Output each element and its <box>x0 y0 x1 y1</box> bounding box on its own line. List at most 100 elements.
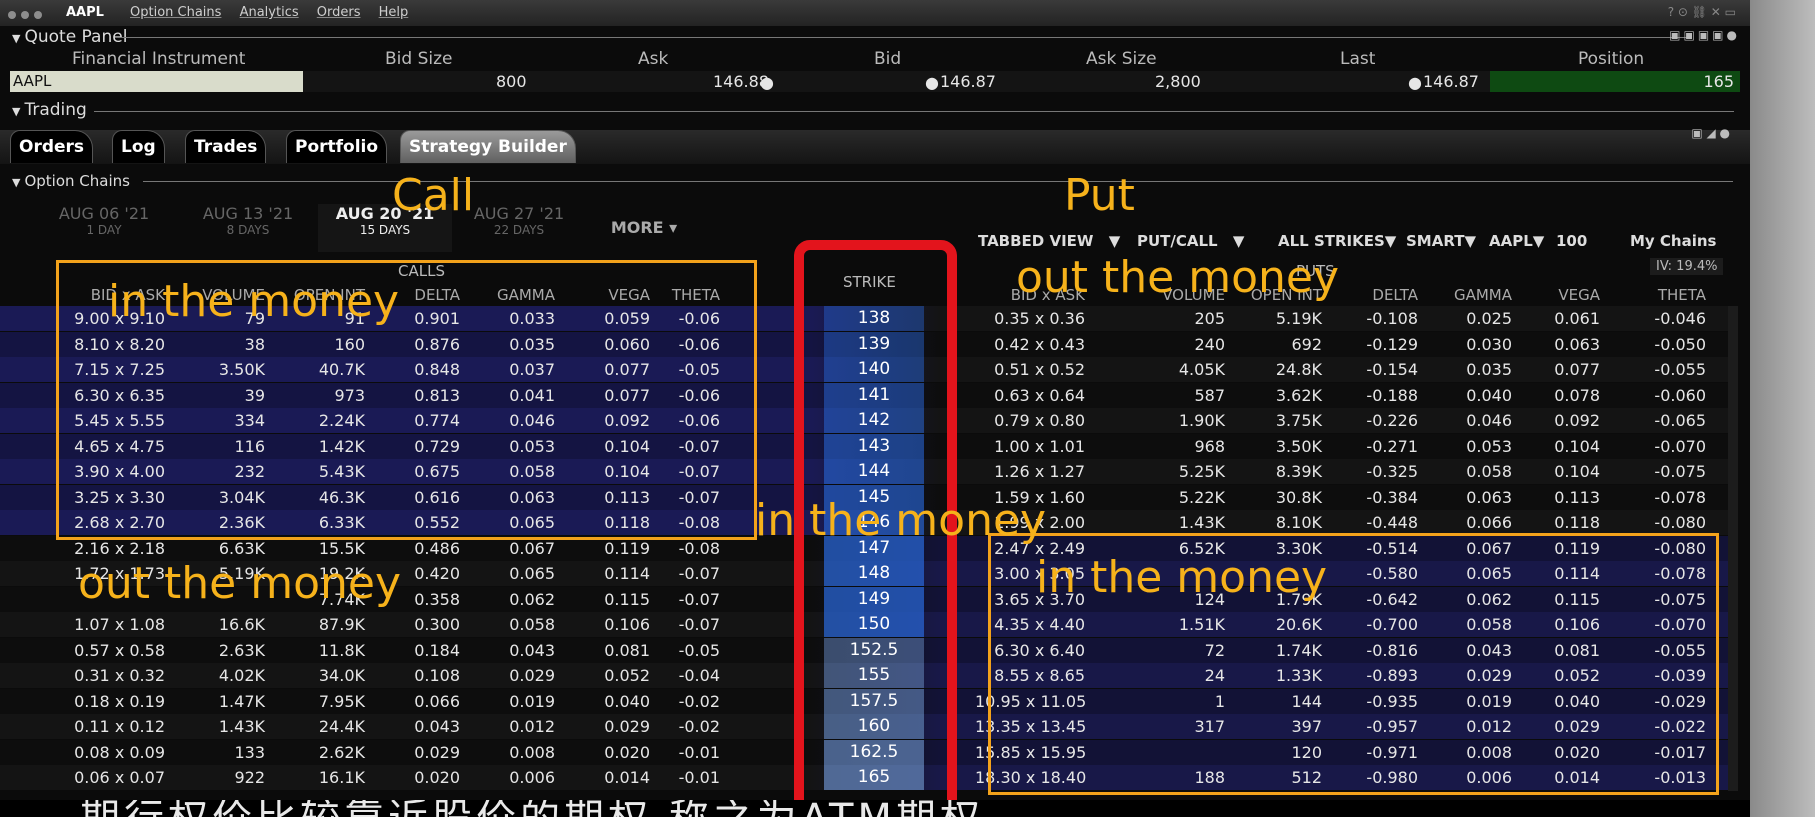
put-cell: 5.19K <box>1275 309 1322 328</box>
put-cell: 0.104 <box>1554 462 1600 481</box>
put-cell[interactable]: 1.00 x 1.01 <box>975 437 1085 456</box>
multiplier-value: 100 <box>1556 232 1588 250</box>
call-annotation: Call <box>392 170 475 221</box>
tab-trades[interactable]: Trades <box>185 130 267 163</box>
put-cell: 1.43K <box>1178 513 1225 532</box>
put-cell: 8.10K <box>1275 513 1322 532</box>
call-cell[interactable]: 0.18 x 0.19 <box>55 692 165 711</box>
divider <box>94 111 1734 112</box>
tab-strategy-builder[interactable]: Strategy Builder <box>400 130 576 163</box>
put-cell: -0.078 <box>1654 487 1706 507</box>
tab-portfolio[interactable]: Portfolio <box>286 130 388 163</box>
call-cell: -0.04 <box>678 666 720 685</box>
tab-orders[interactable]: Orders <box>10 130 94 163</box>
menu-option-chains[interactable]: Option Chains <box>130 5 221 20</box>
expiration-tab[interactable]: AUG 13 '21 8 DAYS <box>178 204 318 252</box>
put-cell: 4.05K <box>1178 360 1225 379</box>
call-cell: -0.07 <box>678 564 720 583</box>
put-cell[interactable]: 0.42 x 0.43 <box>975 335 1085 354</box>
call-cell[interactable]: 0.31 x 0.32 <box>55 666 165 685</box>
qp-last: 146.87 <box>1423 72 1479 91</box>
option-chains-header[interactable]: ▼ Option Chains <box>12 172 130 190</box>
put-cell[interactable]: 0.51 x 0.52 <box>975 360 1085 379</box>
call-cell: 0.066 <box>414 691 460 711</box>
put-cell: -0.055 <box>1654 360 1706 379</box>
menu-orders[interactable]: Orders <box>317 5 361 20</box>
call-cell[interactable]: 0.57 x 0.58 <box>55 641 165 660</box>
call-cell: -0.07 <box>678 589 720 609</box>
put-cell[interactable]: 0.79 x 0.80 <box>975 411 1085 430</box>
bid-dot: ● <box>925 73 939 92</box>
puts-otm-annotation: out the money <box>1016 252 1340 303</box>
call-cell: 4.02K <box>218 666 265 685</box>
call-cell: 0.008 <box>509 742 555 762</box>
put-cell: 8.39K <box>1275 462 1322 481</box>
qp-header-bid: Bid <box>874 49 902 69</box>
window-toolbar-icons[interactable]: ? ⊙ ⛓ ✕ ▭ <box>1668 5 1736 19</box>
put-cell: -0.080 <box>1654 513 1706 532</box>
put-col-header[interactable]: THETA <box>1616 286 1706 304</box>
more-expirations-button[interactable]: MORE ▾ <box>590 204 698 252</box>
quote-row[interactable]: AAPL 800 146.88 ● ● 146.87 2,800 ● 146.8… <box>10 71 1740 92</box>
collapse-icon[interactable]: ▼ <box>12 105 20 118</box>
put-cell[interactable]: 1.26 x 1.27 <box>975 462 1085 481</box>
call-cell: 0.058 <box>509 615 555 634</box>
put-call-dropdown[interactable]: PUT/CALL ▼ <box>1137 232 1244 250</box>
symbol-selector[interactable]: AAPL <box>66 5 104 20</box>
put-col-header[interactable]: VEGA <box>1510 286 1600 304</box>
put-cell: 3.62K <box>1275 385 1322 405</box>
put-cell: -0.046 <box>1654 309 1706 328</box>
tab-icons[interactable]: ▣ ◢ ● <box>1691 126 1730 140</box>
chevron-down-icon: ▼ <box>1532 232 1545 250</box>
put-cell: 1.90K <box>1178 411 1225 430</box>
put-cell: -0.070 <box>1654 436 1706 456</box>
call-cell[interactable]: 1.07 x 1.08 <box>55 615 165 634</box>
all-strikes-dropdown[interactable]: ALL STRIKES▼ <box>1278 232 1396 250</box>
qp-header-ask: Ask <box>638 49 669 69</box>
put-annotation: Put <box>1064 170 1135 221</box>
trading-header[interactable]: ▼ Trading <box>12 100 87 120</box>
calls-itm-annotation: in the money <box>108 276 400 327</box>
put-cell[interactable]: 0.35 x 0.36 <box>975 309 1085 328</box>
quote-panel-header[interactable]: ▼ Quote Panel <box>12 27 127 47</box>
put-cell: 0.077 <box>1554 360 1600 379</box>
expiration-tab[interactable]: AUG 27 '21 22 DAYS <box>456 204 582 252</box>
menu-analytics[interactable]: Analytics <box>240 5 299 20</box>
my-chains-button[interactable]: My Chains <box>1630 232 1716 250</box>
chevron-down-icon: ▼ <box>1108 232 1121 250</box>
chevron-down-icon: ▼ <box>1464 232 1476 250</box>
window-controls[interactable] <box>8 8 47 23</box>
tabbed-view-dropdown[interactable]: TABBED VIEW ▼ <box>978 232 1120 250</box>
divider <box>143 181 1733 182</box>
put-cell: -0.050 <box>1654 334 1706 354</box>
collapse-icon[interactable]: ▼ <box>12 176 20 189</box>
iv-badge: IV: 19.4% <box>1650 258 1724 275</box>
expiration-tab[interactable]: AUG 06 '21 1 DAY <box>34 204 174 252</box>
qp-instrument[interactable]: AAPL <box>10 71 303 92</box>
call-cell[interactable]: 0.06 x 0.07 <box>55 768 165 787</box>
underlying-dropdown[interactable]: AAPL▼ <box>1489 232 1544 250</box>
collapse-icon[interactable]: ▼ <box>12 32 20 45</box>
put-cell: 205 <box>1194 309 1225 328</box>
call-cell: 0.043 <box>509 640 555 660</box>
menu-help[interactable]: Help <box>379 5 409 20</box>
call-cell: 1.43K <box>218 717 265 736</box>
call-cell[interactable]: 0.08 x 0.09 <box>55 743 165 762</box>
call-cell: 87.9K <box>318 615 365 634</box>
put-col-header[interactable]: DELTA <box>1328 286 1418 304</box>
qp-bid[interactable]: 146.87 <box>940 71 996 92</box>
last-dot: ● <box>1408 73 1422 92</box>
call-cell[interactable]: 0.11 x 0.12 <box>55 717 165 736</box>
smart-dropdown[interactable]: SMART▼ <box>1406 232 1476 250</box>
put-cell: 5.25K <box>1178 462 1225 481</box>
grid-scrollbar[interactable] <box>1728 306 1738 791</box>
put-cell: -0.075 <box>1654 462 1706 481</box>
put-cell[interactable]: 0.63 x 0.64 <box>975 386 1085 405</box>
panel-icons[interactable]: ▣▣▣▣● <box>1669 28 1740 42</box>
call-cell: 2.63K <box>218 640 265 660</box>
call-cell[interactable]: 2.16 x 2.18 <box>55 539 165 558</box>
put-cell: 587 <box>1194 385 1225 405</box>
call-cell: 6.63K <box>218 538 265 558</box>
tab-log[interactable]: Log <box>112 130 165 163</box>
put-col-header[interactable]: GAMMA <box>1422 286 1512 304</box>
